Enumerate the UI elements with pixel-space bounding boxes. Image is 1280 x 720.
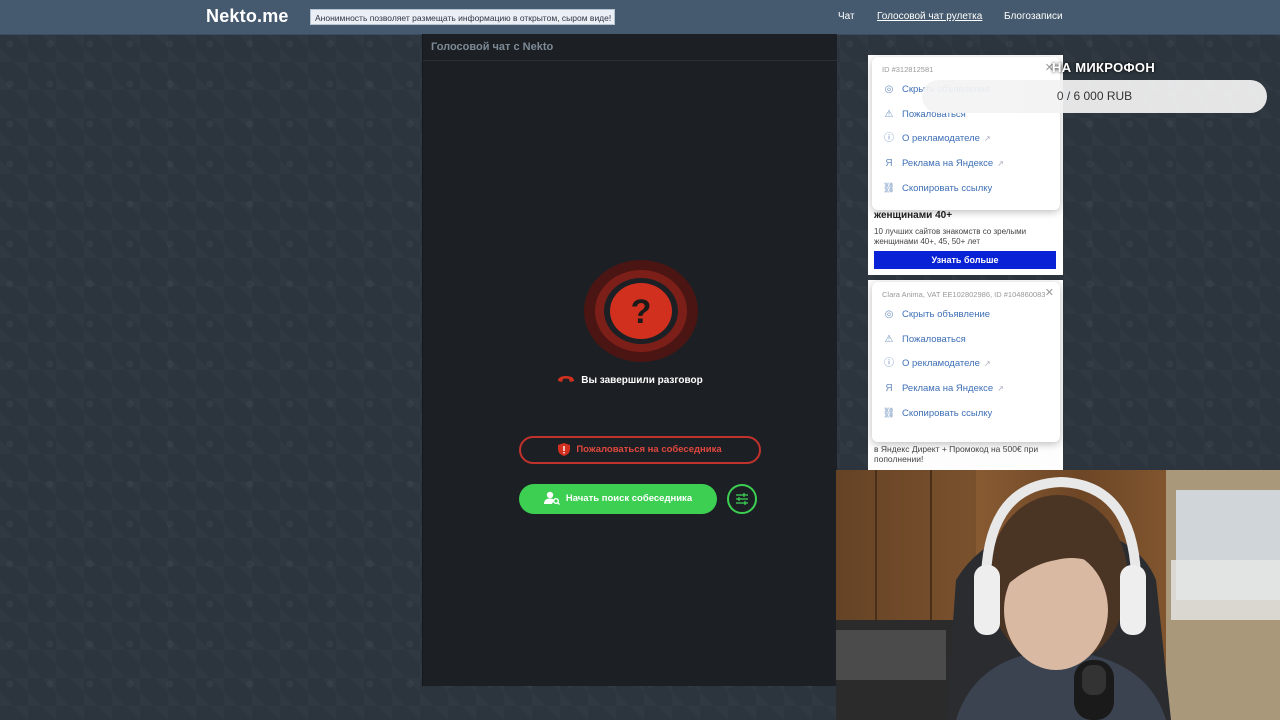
ad-2-description: в Яндекс Директ + Промокод на 500€ при п… (874, 444, 1039, 464)
nav-voice-roulette-link[interactable]: Голосовой чат рулетка (877, 11, 982, 22)
link-icon: ⛓ (882, 407, 896, 419)
ad-1-title[interactable]: женщинами 40+ (874, 210, 952, 221)
ad-1-cta-button[interactable]: Узнать больше (874, 251, 1056, 269)
yandex-icon: Я (885, 383, 893, 395)
chat-panel-title: Голосовой чат с Nekto (423, 34, 837, 61)
voice-chat-panel: Голосовой чат с Nekto ? Вы завершили раз… (422, 34, 837, 686)
shield-icon (558, 442, 571, 456)
ad-block-2[interactable]: в Яндекс Директ + Промокод на 500€ при п… (868, 280, 1063, 470)
site-logo[interactable]: Nekto.me (206, 6, 289, 27)
eye-off-icon: ◎ (884, 84, 894, 95)
yandex-icon: Я (885, 158, 893, 170)
donation-goal-bar: 0 / 6 000 RUB (922, 80, 1267, 113)
svg-text:?: ? (631, 293, 652, 331)
search-settings-button[interactable] (727, 484, 757, 514)
yandex-ads-item[interactable]: Я Реклама на Яндексе ↗ (872, 152, 1060, 177)
yandex-ads-item[interactable]: Я Реклама на Яндексе ↗ (872, 377, 1060, 402)
info-icon: ⓘ (884, 358, 894, 370)
close-icon[interactable]: ✕ (1045, 286, 1054, 299)
nav-chat-link[interactable]: Чат (838, 11, 855, 22)
top-navbar: Nekto.me Анонимность позволяет размещать… (0, 0, 1280, 35)
ad-2-meta: Clara Anima, VAT EE102802986, ID #104860… (882, 290, 1046, 299)
link-icon: ⛓ (882, 182, 896, 194)
nav-blog-link[interactable]: Блогозаписи (1004, 11, 1063, 22)
ad-2-options-menu: ✕ Clara Anima, VAT EE102802986, ID #1048… (872, 282, 1060, 442)
info-banner: Анонимность позволяет размещать информац… (310, 9, 615, 25)
external-link-icon: ↗ (997, 159, 1004, 169)
external-link-icon: ↗ (983, 134, 991, 144)
sliders-icon (736, 493, 748, 505)
about-advertiser-item[interactable]: ⓘ О рекламодателе ↗ (872, 352, 1060, 377)
copy-link-item[interactable]: ⛓ Скопировать ссылку (872, 177, 1060, 202)
warning-icon: ⚠ (884, 108, 894, 120)
external-link-icon: ↗ (997, 384, 1004, 394)
start-search-label: Начать поиск собеседника (565, 493, 693, 504)
hide-ad-item[interactable]: ◎Скрыть объявление (872, 303, 1060, 328)
info-icon: ⓘ (884, 133, 894, 145)
webcam-video (836, 470, 1280, 720)
warning-icon: ⚠ (884, 333, 894, 345)
report-partner-label: Пожаловаться на собеседника (576, 444, 722, 455)
call-ended-status: Вы завершили разговор (423, 375, 837, 386)
hangup-phone-icon (557, 375, 575, 386)
report-partner-button[interactable]: Пожаловаться на собеседника (519, 436, 761, 464)
copy-link-item[interactable]: ⛓ Скопировать ссылку (872, 402, 1060, 427)
donation-goal-title: НА МИКРОФОН (1052, 60, 1156, 75)
eye-off-icon: ◎ (884, 309, 894, 320)
complain-ad-item[interactable]: ⚠ Пожаловаться (872, 328, 1060, 353)
user-search-icon (543, 492, 560, 506)
external-link-icon: ↗ (983, 359, 991, 369)
call-ended-text: Вы завершили разговор (581, 375, 703, 387)
start-search-button[interactable]: Начать поиск собеседника (519, 484, 717, 514)
ad-1-meta: ID #312812581 (882, 65, 934, 74)
about-advertiser-item[interactable]: ⓘ О рекламодателе ↗ (872, 127, 1060, 152)
ad-1-description: 10 лучших сайтов знакомств со зрелыми же… (874, 227, 1027, 246)
question-mark-icon: ? (583, 259, 699, 363)
